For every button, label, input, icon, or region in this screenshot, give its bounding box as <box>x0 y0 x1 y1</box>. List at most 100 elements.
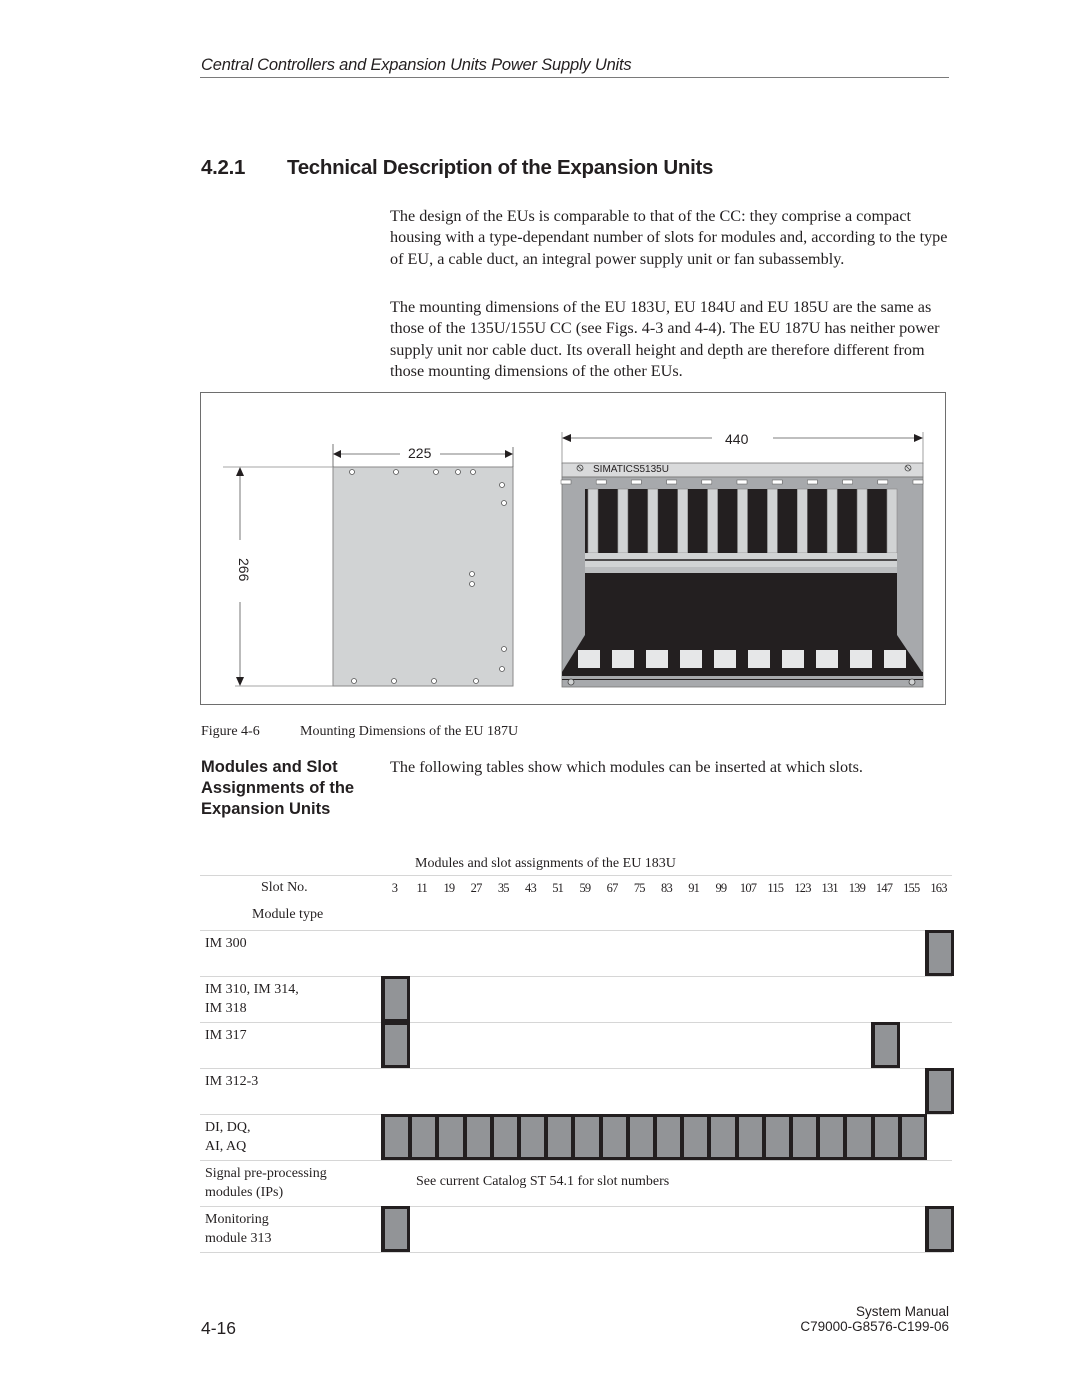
slot-assignment-cell <box>680 1114 709 1160</box>
slot-assignment-cell <box>489 1114 518 1160</box>
slot-tab <box>877 479 889 485</box>
screw-icon <box>567 678 575 686</box>
bottom-slot-tray <box>884 650 906 668</box>
table-rule <box>200 1252 952 1253</box>
slot-tab <box>631 479 642 485</box>
bottom-slot-tray <box>680 650 702 668</box>
bottom-slot-tray <box>578 650 600 668</box>
slot-assignment-cell <box>381 1022 410 1068</box>
table-rule <box>200 1160 952 1161</box>
slot-number: 51 <box>552 881 564 895</box>
slot-assignment-cell <box>843 1114 872 1160</box>
module-type-label: DI, DQ, AI, AQ <box>205 1120 251 1154</box>
catalog-note: See current Catalog ST 54.1 for slot num… <box>416 1174 670 1189</box>
slot-number: 147 <box>875 881 893 895</box>
slot-assignment-cell <box>381 976 410 1022</box>
dim-arrow-up <box>236 467 244 476</box>
slot-guide-bar <box>587 488 599 554</box>
header-rule <box>200 77 949 78</box>
dim-arrow-right <box>505 450 513 458</box>
slot-assignment-cell <box>925 1206 954 1252</box>
slot-guide-bar <box>856 488 868 554</box>
slot-guide-bar <box>796 488 808 554</box>
slot-number: 99 <box>715 881 727 895</box>
slot-assignment-cell <box>870 1114 899 1160</box>
table-rule <box>200 930 952 931</box>
slot-number: 67 <box>606 881 619 895</box>
slot-tab <box>666 479 677 485</box>
slot-number: 115 <box>767 881 784 895</box>
slot-guide-bar <box>767 488 778 554</box>
slot-number: 83 <box>661 881 673 895</box>
slot-number: 75 <box>633 881 646 895</box>
dim-arrow-left-front <box>562 434 571 442</box>
slot-assignment-cell <box>462 1114 491 1160</box>
module-type-header: Module type <box>252 907 324 922</box>
slot-number: 131 <box>821 881 839 895</box>
page-number: 4-16 <box>201 1318 237 1338</box>
dim-arrow-down <box>236 677 244 686</box>
table-rule <box>200 875 952 876</box>
slot-tab <box>595 479 607 485</box>
slot-number: 3 <box>391 881 398 895</box>
lower-slot-area <box>585 573 897 635</box>
side-view <box>223 444 514 687</box>
slot-number: 107 <box>739 881 757 895</box>
slot-assignment-cell <box>381 1114 409 1160</box>
side-heading: Modules and Slot Assignments of the Expa… <box>201 758 355 818</box>
modules-intro: The following tables show which modules … <box>390 758 863 776</box>
slot-number: 163 <box>930 881 947 895</box>
module-type-label: IM 300 <box>205 936 247 951</box>
slot-number: 43 <box>525 881 537 895</box>
slot-tab <box>560 479 572 485</box>
slot-assignment-cell <box>925 930 954 976</box>
slot-number: 27 <box>470 881 483 895</box>
side-height-dimension: 266 <box>236 558 252 582</box>
slot-tab <box>701 479 713 485</box>
slot-assignment-cell <box>653 1114 681 1160</box>
dim-arrow-right-front <box>914 434 923 442</box>
slot-assignment-cell <box>707 1114 736 1160</box>
slot-tab <box>771 479 783 485</box>
slot-number: 139 <box>848 881 866 895</box>
front-width-dimension: 440 <box>725 431 749 447</box>
slot-assignment-cell <box>789 1114 817 1160</box>
table-rule <box>200 1022 952 1023</box>
screw-icon <box>908 678 916 686</box>
slot-number: 35 <box>497 881 510 895</box>
document-number: C79000-G8576-C199-06 <box>800 1319 949 1334</box>
slot-number: 19 <box>443 881 455 895</box>
section-number: 4.2.1 <box>201 156 246 179</box>
running-header: Central Controllers and Expansion Units … <box>201 56 632 74</box>
slot-guide-bar <box>886 488 898 554</box>
slot-assignment-cell <box>870 1022 900 1068</box>
module-type-label: IM 317 <box>205 1028 247 1043</box>
slot-assignment-cell <box>625 1114 654 1160</box>
slot-guide-bar <box>617 488 629 554</box>
slot-tab <box>736 479 748 485</box>
bottom-slot-tray <box>748 650 770 668</box>
figure-4-6-drawing <box>223 432 924 688</box>
section-title: Technical Description of the Expansion U… <box>287 156 714 179</box>
brand-label: SIMATICS5135U <box>593 464 669 475</box>
slot-tab <box>807 479 818 485</box>
slot-guide-bar <box>647 488 659 554</box>
side-panel <box>332 466 514 687</box>
slot-assignment-cell <box>816 1114 845 1160</box>
slot-assignment-cell <box>435 1114 464 1160</box>
side-width-dimension: 225 <box>408 445 432 461</box>
slot-no-header: Slot No. <box>261 880 308 895</box>
bottom-slot-tray <box>714 650 736 668</box>
manual-title: System Manual <box>855 1304 949 1319</box>
bottom-slot-tray <box>816 650 838 668</box>
table-rule <box>200 1206 952 1207</box>
table-rule <box>200 976 952 977</box>
module-type-label: IM 310, IM 314, IM 318 <box>205 982 299 1016</box>
paragraph-mounting: The mounting dimensions of the EU 183U, … <box>390 298 940 380</box>
slot-number: 11 <box>416 881 427 895</box>
slot-guide-bar <box>737 488 748 554</box>
slot-number: 123 <box>794 881 811 895</box>
slot-assignment-cell <box>571 1114 600 1160</box>
bottom-slot-tray <box>782 650 804 668</box>
slot-number: 91 <box>688 881 700 895</box>
